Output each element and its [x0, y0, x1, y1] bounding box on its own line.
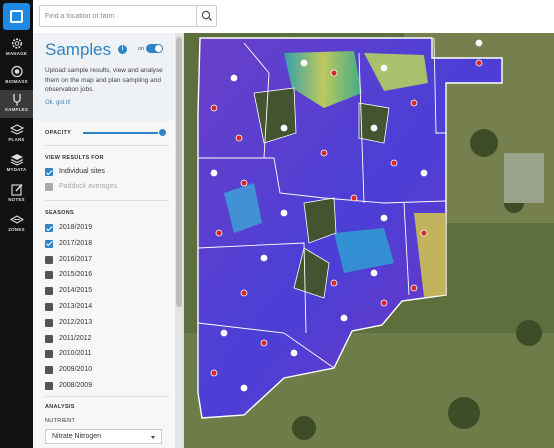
opacity-label: OPACITY	[45, 130, 72, 136]
season-label: 2008/2009	[59, 382, 93, 389]
samples-toggle[interactable]	[146, 44, 163, 53]
rail-item-samples[interactable]: SAMPLES	[0, 90, 33, 118]
info-icon[interactable]: i	[118, 45, 127, 54]
chevron-down-icon	[151, 436, 155, 439]
checkbox[interactable]	[45, 366, 53, 375]
season-label: 2015/2016	[59, 271, 93, 279]
search-icon	[201, 10, 212, 21]
opacity-slider-handle[interactable]	[158, 128, 167, 137]
rail-label-plans: PLANS	[8, 137, 25, 142]
rail-label-notes: NOTES	[8, 197, 25, 202]
rail-item-notes[interactable]: NOTES	[0, 180, 33, 208]
farmstead	[504, 153, 544, 203]
season-label: 2018/2019	[59, 224, 93, 231]
rail-label-mydata: MYDATA	[6, 167, 27, 172]
search-input[interactable]	[40, 6, 198, 26]
edit-note-icon	[10, 183, 23, 196]
option-label: Paddock averages	[59, 183, 117, 190]
checkbox[interactable]	[45, 183, 53, 191]
dismiss-link[interactable]: Ok, got it!	[45, 100, 71, 106]
app-logo[interactable]	[3, 3, 30, 30]
search-button[interactable]	[196, 6, 216, 26]
scroll-thumb[interactable]	[176, 37, 182, 307]
rail-item-biomass[interactable]: BIOMASS	[0, 62, 33, 90]
checkbox[interactable]	[45, 168, 53, 176]
view-results-label: VIEW RESULTS FOR	[45, 155, 104, 161]
layers-icon	[9, 124, 24, 135]
checkbox[interactable]	[45, 350, 53, 359]
rail-label-biomass: BIOMASS	[5, 79, 28, 84]
panel-description: Upload sample results, view and analyse …	[45, 67, 163, 93]
season-label: 2016/2017	[59, 255, 93, 263]
zones-icon	[9, 215, 24, 224]
season-label: 2009/2010	[59, 366, 93, 374]
season-label: 2011/2012	[59, 334, 92, 342]
season-label: 2013/2014	[59, 303, 93, 310]
top-bar	[33, 0, 554, 33]
divider	[45, 200, 169, 201]
rail-label-samples: SAMPLES	[4, 107, 29, 112]
rail-label-manage: MANAGE	[5, 51, 28, 56]
nutrient-label: NUTRIENT	[45, 418, 76, 424]
rail-label-zones: ZONES	[8, 227, 25, 232]
rail-item-zones[interactable]: ZONES	[0, 210, 33, 238]
search-box	[39, 5, 217, 27]
rail-item-mydata[interactable]: MYDATA	[0, 150, 33, 178]
nutrient-select-value: Nitrate Nitrogen	[52, 433, 102, 440]
divider	[45, 396, 169, 397]
panel-header: Samples i on Upload sample results, view…	[33, 33, 174, 121]
checkbox[interactable]	[45, 224, 53, 232]
nutrient-select[interactable]: Nitrate Nitrogen	[45, 429, 162, 444]
panel-title: Samples	[45, 40, 112, 59]
checkbox[interactable]	[45, 271, 53, 280]
season-label: 2010/2011	[59, 350, 92, 358]
divider	[45, 145, 169, 146]
option-label: Individual sites	[59, 168, 105, 175]
season-label: 2012/2013	[59, 318, 93, 326]
checkbox[interactable]	[45, 239, 53, 248]
rail-item-plans[interactable]: PLANS	[0, 120, 33, 148]
checkbox[interactable]	[45, 303, 53, 311]
seasons-label: SEASONS	[45, 210, 74, 216]
checkbox[interactable]	[45, 318, 53, 327]
checkbox[interactable]	[45, 255, 53, 264]
season-label: 2014/2015	[59, 287, 93, 295]
map-view[interactable]	[184, 33, 554, 448]
season-label: 2017/2018	[59, 239, 93, 247]
biomass-icon	[10, 65, 23, 78]
toggle-label: on	[138, 46, 145, 52]
logo-square-icon	[10, 10, 23, 23]
analysis-label: ANALYSIS	[45, 404, 75, 410]
rail-item-manage[interactable]: MANAGE	[0, 34, 33, 62]
panel-scrollbar[interactable]	[175, 33, 183, 448]
samples-panel: Samples i on Upload sample results, view…	[33, 33, 184, 448]
checkbox[interactable]	[45, 287, 53, 296]
checkbox[interactable]	[45, 382, 53, 390]
layers-stack-icon	[10, 154, 23, 166]
checkbox[interactable]	[45, 334, 53, 343]
opacity-slider-track[interactable]	[83, 132, 163, 134]
icon-rail: MANAGE BIOMASS SAMPLES PLANS MYDATA NOTE…	[0, 0, 33, 448]
samples-icon	[12, 94, 21, 106]
gear-icon	[11, 38, 22, 49]
